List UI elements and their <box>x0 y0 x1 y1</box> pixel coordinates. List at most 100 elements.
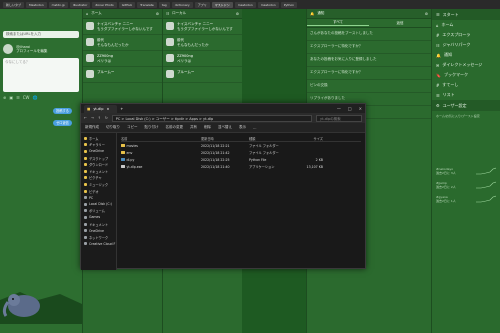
search-input[interactable]: 検索またはURLを入力 <box>3 31 79 38</box>
post-item[interactable]: ナイスバンチャ ニニーもうダブファイラーしかないんですか！ <box>83 19 162 35</box>
file-row[interactable]: env 2022/11/18 21:42 ファイル フォルダー <box>121 149 361 156</box>
browser-tab[interactable]: tag <box>158 1 170 8</box>
nav-item[interactable]: ドキュメント <box>81 168 116 175</box>
toolbar-item-2[interactable]: コピー <box>127 125 138 130</box>
toolbar-item-3[interactable]: 貼り付け <box>145 125 159 130</box>
menu-item-3[interactable]: 🔔 通知 <box>432 50 500 60</box>
browser-tab[interactable]: GitHub <box>118 1 136 8</box>
post-button-secondary[interactable]: ゼロ返信 <box>53 120 72 126</box>
local-column-header[interactable]: ☷ ローカル ⚙ <box>163 9 242 19</box>
post-author[interactable]: ZZ900ng <box>97 54 113 58</box>
browser-tab[interactable]: アプリ <box>194 1 210 8</box>
menu-item-7[interactable]: ☰ リスト <box>432 90 500 100</box>
toolbar-item-9[interactable]: … <box>253 126 257 130</box>
menu-item-5[interactable]: 🔖 ブックマーク <box>432 70 500 80</box>
post-author[interactable]: ブルームー <box>97 70 114 74</box>
user-settings-section[interactable]: ⚙ ユーザー設定 <box>432 100 500 111</box>
nav-item[interactable]: ミュージック <box>81 181 116 188</box>
address-path[interactable]: PC > Local Disk (C:) > ユーザー > tipdir > A… <box>111 114 312 122</box>
close-tab-icon[interactable]: × <box>106 105 109 113</box>
nav-item[interactable]: PC <box>81 194 116 201</box>
post-author[interactable]: ナイスバンチャ ニニー <box>177 22 213 26</box>
column-name[interactable]: 名前 <box>121 136 201 141</box>
add-media-icon[interactable]: ⊕ <box>3 95 6 100</box>
avatar[interactable] <box>86 38 94 46</box>
toolbar-item-0[interactable]: 新規作成 <box>85 125 99 130</box>
refresh-icon[interactable]: ↻ <box>105 116 108 120</box>
menu-item-4[interactable]: ✉ ダイレクトメッセージ <box>432 60 500 70</box>
notification-item[interactable]: エクスプローラーに特化ですか？ <box>307 41 431 54</box>
avatar[interactable] <box>166 38 174 46</box>
file-row[interactable]: yt-dlp.exe 2022/11/18 21:40 アプリケーション 13,107… <box>121 163 361 170</box>
file-row[interactable]: movies 2022/11/18 22:21 ファイル フォルダー <box>121 142 361 149</box>
toolbar-item-8[interactable]: 表示 <box>239 125 246 130</box>
nav-item[interactable]: ピクチャ <box>81 175 116 182</box>
nav-item[interactable]: ドキュメント <box>81 221 116 228</box>
back-icon[interactable]: ← <box>84 116 87 120</box>
close-icon[interactable]: × <box>359 106 362 111</box>
nav-item[interactable]: Creative Cloud F <box>81 241 116 248</box>
notification-item[interactable]: さんがあなたの投稿をブーストしました <box>307 28 431 41</box>
post-button[interactable]: 投稿する <box>53 108 72 114</box>
avatar[interactable] <box>86 22 94 30</box>
post-author[interactable]: ZZ900ng <box>177 54 193 58</box>
menu-item-2[interactable]: ☷ ジャバリパーク <box>432 40 500 50</box>
post-item[interactable]: 前代 そんなもんだったか <box>83 35 162 51</box>
content-warning-button[interactable]: CW <box>23 95 30 100</box>
nav-item[interactable]: ビデオ <box>81 188 116 195</box>
column-size[interactable]: サイズ <box>293 136 323 141</box>
post-author[interactable]: ブルームー <box>177 70 194 74</box>
nav-item[interactable]: ボリューム <box>81 208 116 215</box>
menu-item-6[interactable]: # すてーし <box>432 80 500 90</box>
nav-item[interactable]: デスクトップ <box>81 155 116 162</box>
trending-tag[interactable]: #gyana 過去2日に 1人 <box>432 189 500 203</box>
browser-tab[interactable]: Python <box>280 1 298 8</box>
avatar[interactable] <box>166 22 174 30</box>
browser-tab[interactable]: マストドン <box>211 1 233 8</box>
nav-item[interactable]: ホーム <box>81 135 116 142</box>
toolbar-item-7[interactable]: 並べ替え <box>218 125 232 130</box>
notifications-column-header[interactable]: 🔔 通知 ⚙ <box>307 9 431 19</box>
notification-item[interactable]: あなたの投稿をお気に入りに登録しました <box>307 54 431 67</box>
browser-tab[interactable]: Mastodon <box>26 1 47 8</box>
forward-icon[interactable]: → <box>91 116 94 120</box>
post-author[interactable]: 前代 <box>177 38 184 42</box>
avatar[interactable] <box>86 70 94 78</box>
new-tab-icon[interactable]: + <box>120 107 123 111</box>
browser-tab[interactable]: mastodon <box>234 1 256 8</box>
trending-tag[interactable]: #jjemp 過去2日に 2人 <box>432 175 500 189</box>
list-icon[interactable]: ☰ <box>16 95 20 100</box>
maximize-icon[interactable]: □ <box>348 106 352 111</box>
column-type[interactable]: 種類 <box>249 136 293 141</box>
browser-tab[interactable]: mastodon <box>257 1 279 8</box>
toolbar-item-4[interactable]: 名前の変更 <box>166 125 184 130</box>
browser-tab[interactable]: Translate <box>137 1 157 8</box>
post-item[interactable]: ブルームー <box>163 67 242 83</box>
menu-item-1[interactable]: # エクスプローラ <box>432 30 500 40</box>
column-date[interactable]: 更新日時 <box>201 136 249 141</box>
settings-icon[interactable]: ⚙ <box>236 12 239 16</box>
avatar[interactable] <box>3 44 13 54</box>
menu-item-0[interactable]: ⌂ ホーム <box>432 20 500 30</box>
tab-replies[interactable]: 返信 <box>369 21 431 26</box>
settings-icon[interactable]: ⚙ <box>156 12 159 16</box>
current-user[interactable]: @jiharoi プロフィールを編集 <box>3 44 79 54</box>
minimize-icon[interactable]: — <box>337 106 341 111</box>
post-item[interactable]: ZZ900ng ペリラは <box>163 51 242 67</box>
nav-item[interactable]: ネットワーク <box>81 234 116 241</box>
nav-item[interactable]: ギャラリー <box>81 142 116 149</box>
nav-item[interactable]: OneDrive <box>81 227 116 234</box>
notification-item[interactable]: エクスプローラーに特化ですか？ <box>307 67 431 80</box>
browser-tab[interactable]: mstdn.jp <box>48 1 68 8</box>
post-author[interactable]: 前代 <box>97 38 104 42</box>
edit-profile-link[interactable]: プロフィールを編集 <box>16 49 47 53</box>
post-item[interactable]: ZZ900ng ペリラは <box>83 51 162 67</box>
nav-item[interactable]: OneDrive <box>81 148 116 155</box>
nav-item[interactable]: Games <box>81 214 116 221</box>
explorer-search-input[interactable]: yt-dlpの検索 <box>316 114 362 122</box>
nav-item[interactable]: ダウンロード <box>81 161 116 168</box>
avatar[interactable] <box>166 70 174 78</box>
browser-tab[interactable]: Illustrator <box>69 1 91 8</box>
post-item[interactable]: ナイスバンチャ ニニーもうダブファイラーしかないんですか！ <box>163 19 242 35</box>
browser-tab[interactable]: Zoner Photo <box>92 1 117 8</box>
